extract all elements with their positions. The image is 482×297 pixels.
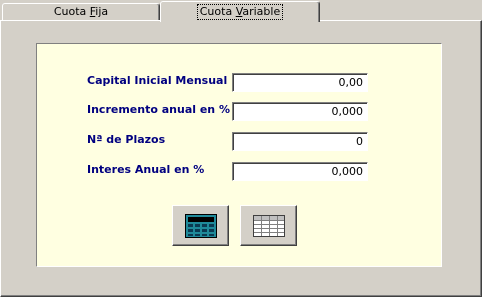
tab-cuota-fija-label: Cuota Fija — [53, 5, 109, 18]
incremento-anual-input[interactable] — [232, 102, 368, 121]
calculator-icon — [184, 213, 217, 238]
table-icon — [252, 214, 285, 237]
window: Cuota Fija Cuota Variable Capital Inicia… — [0, 0, 482, 297]
calculate-button[interactable] — [172, 205, 229, 246]
tab-cuota-fija[interactable]: Cuota Fija — [2, 3, 160, 21]
capital-inicial-input[interactable] — [232, 73, 368, 92]
table-button[interactable] — [240, 205, 297, 246]
form-panel: Capital Inicial Mensual Incremento anual… — [36, 43, 442, 267]
interes-anual-label: Interes Anual en % — [87, 163, 205, 176]
numero-plazos-input[interactable] — [232, 132, 368, 151]
capital-inicial-label: Capital Inicial Mensual — [87, 74, 228, 87]
tab-cuota-variable[interactable]: Cuota Variable — [160, 1, 320, 22]
tab-cuota-variable-label: Cuota Variable — [196, 4, 284, 20]
interes-anual-input[interactable] — [232, 162, 368, 181]
incremento-anual-label: Incremento anual en % — [87, 103, 230, 116]
numero-plazos-label: Nª de Plazos — [87, 133, 166, 146]
